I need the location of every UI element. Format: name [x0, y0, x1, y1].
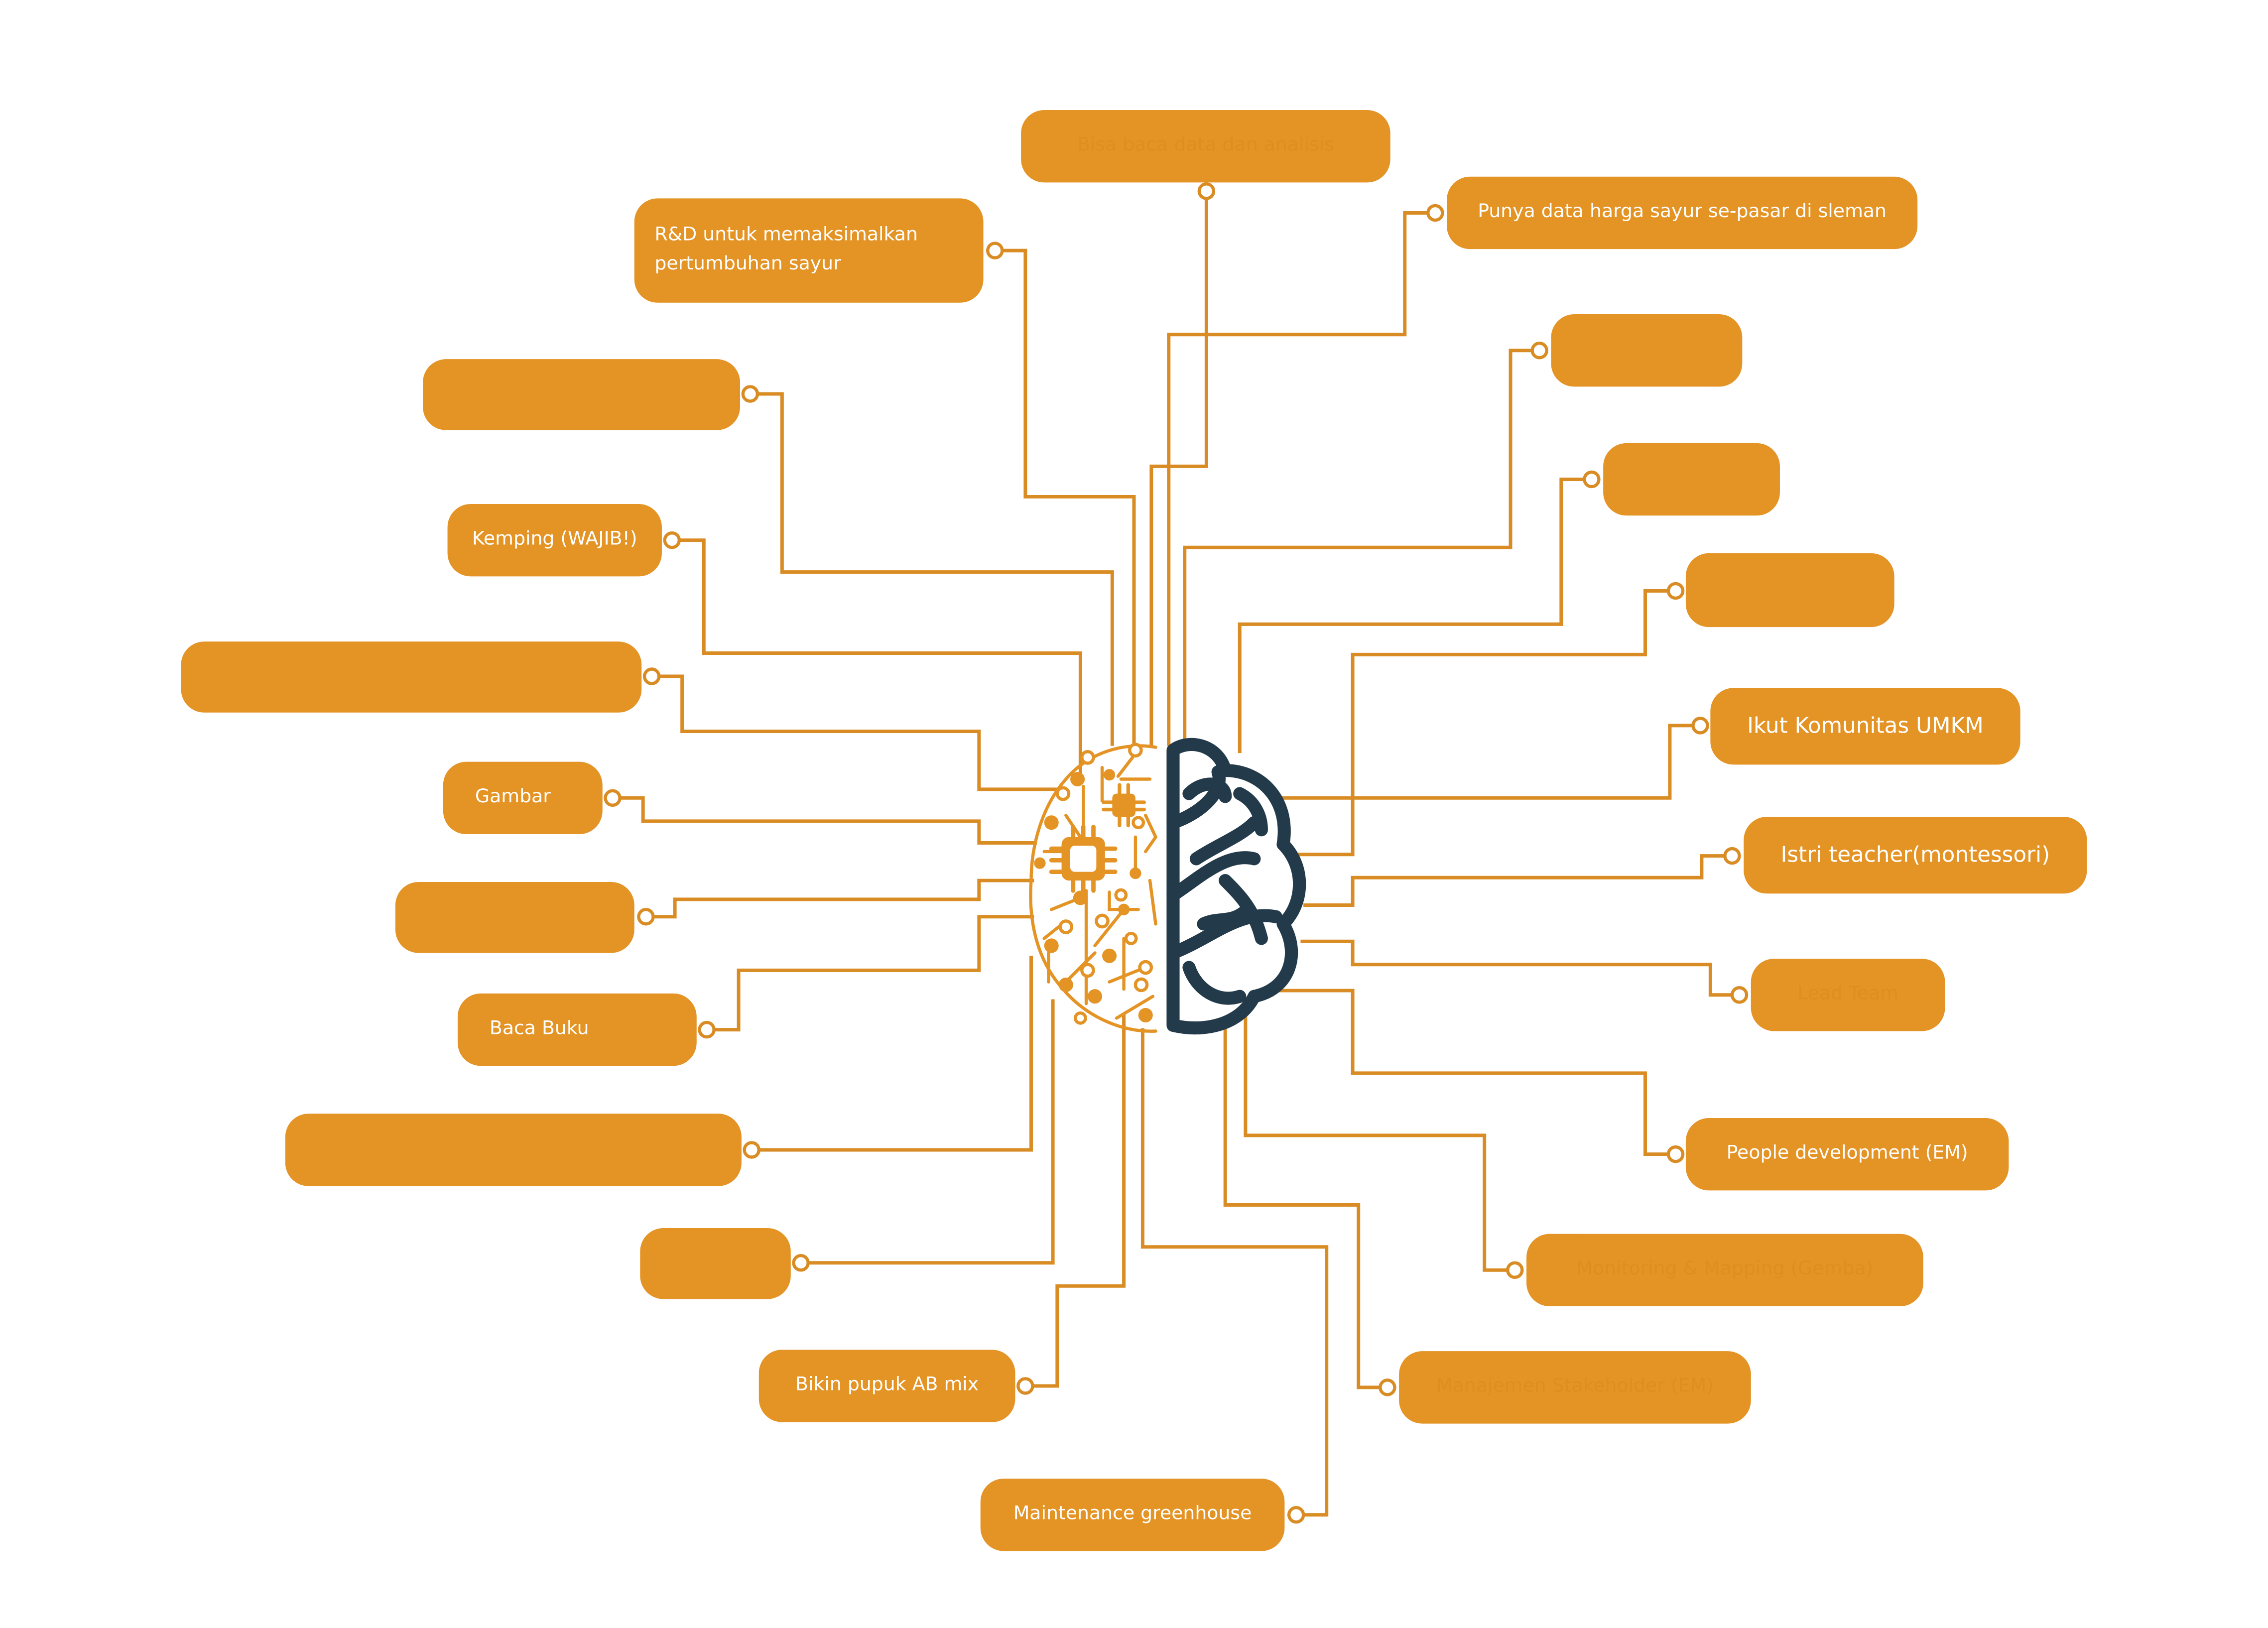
wire-kemping [672, 538, 1082, 782]
wire-harga [1167, 211, 1435, 746]
connector-dot-icon [743, 1141, 760, 1159]
connector-dot-icon [637, 908, 655, 926]
connector-dot-icon [1666, 1145, 1685, 1163]
connector-dot-icon [698, 1020, 716, 1039]
anatomical-half-icon [1166, 738, 1306, 1035]
connector-dot-icon [604, 789, 622, 807]
connector-dot-icon [642, 667, 661, 685]
node-data-analysis[interactable]: Bisa baca data dan analisis [1021, 110, 1390, 183]
brain-circuit-icon [1029, 738, 1306, 1035]
node-istri-teacher[interactable]: Istri teacher(montessori) [1744, 817, 2087, 894]
node-right-1[interactable] [1551, 314, 1743, 387]
node-left-1[interactable] [423, 359, 740, 430]
node-gambar[interactable]: Gambar [443, 761, 603, 835]
wire-baca-buku [707, 915, 1034, 1032]
wire-gemba [1244, 1013, 1515, 1272]
connector-dot-icon [1287, 1506, 1305, 1524]
wire-left-3 [645, 878, 1034, 919]
node-rnd[interactable]: R&D untuk memaksimalkan pertumbuhan sayu… [634, 198, 984, 303]
connector-dot-icon [1583, 470, 1601, 489]
node-kemping[interactable]: Kemping (WAJIB!) [447, 503, 662, 577]
connector-dot-icon [1197, 182, 1216, 200]
mind-map-canvas: Bisa baca data dan analisis R&D untuk me… [0, 0, 2268, 1628]
node-left-4[interactable] [285, 1114, 742, 1186]
wire-lead-team [1300, 939, 1740, 997]
node-baca-buku[interactable]: Baca Buku [457, 993, 697, 1066]
circuit-half-icon [1029, 743, 1158, 1033]
wire-left-5 [801, 999, 1055, 1265]
node-lead-team[interactable]: Lead Team [1751, 959, 1945, 1031]
node-komunitas-umkm[interactable]: Ikut Komunitas UMKM [1710, 688, 2020, 765]
connector-dot-icon [1506, 1261, 1524, 1279]
connector-dot-icon [1379, 1378, 1396, 1396]
wire-left-4 [752, 956, 1033, 1152]
wire-right-3 [1289, 589, 1676, 857]
node-monitoring-gemba[interactable]: Monitoring & Mapping (Gemba) [1526, 1234, 1923, 1307]
connector-dot-icon [1730, 986, 1749, 1004]
connector-dot-icon [1666, 582, 1685, 600]
wire-pupuk [1025, 1013, 1126, 1388]
node-right-3[interactable] [1685, 553, 1894, 627]
wire-right-1 [1183, 349, 1540, 746]
connector-dot-icon [1723, 847, 1741, 865]
wire-umkm [1280, 724, 1700, 800]
node-left-2[interactable] [181, 641, 642, 713]
node-people-development[interactable]: People development (EM) [1685, 1118, 2009, 1191]
wire-right-2 [1238, 478, 1592, 753]
node-harga-sayur[interactable]: Punya data harga sayur se-pasar di slema… [1447, 176, 1918, 250]
wire-greenhouse [1140, 1028, 1329, 1517]
connector-dot-icon [1691, 717, 1709, 735]
connector-dot-icon [792, 1254, 810, 1272]
wire-data-analysis [1149, 191, 1208, 746]
wire-left-2 [651, 674, 1057, 791]
node-left-3[interactable] [395, 881, 634, 953]
connector-dot-icon [986, 242, 1004, 259]
connector-dot-icon [1426, 204, 1444, 222]
wire-stakeholder [1223, 1028, 1387, 1389]
node-stakeholder[interactable]: Manajemen Stakeholder (EM) [1399, 1351, 1751, 1424]
node-maintenance-greenhouse[interactable]: Maintenance greenhouse [980, 1479, 1285, 1551]
node-right-2[interactable] [1603, 443, 1780, 516]
connector-dot-icon [663, 531, 681, 549]
node-pupuk-ab-mix[interactable]: Bikin pupuk AB mix [758, 1350, 1015, 1422]
connector-dot-icon [1016, 1377, 1034, 1395]
connector-dot-icon [1530, 341, 1548, 360]
wire-people [1274, 989, 1676, 1156]
wire-left-1 [750, 392, 1114, 746]
wire-istri [1303, 854, 1732, 907]
node-left-5[interactable] [640, 1228, 791, 1299]
wire-gambar [613, 796, 1037, 845]
connector-dot-icon [741, 385, 759, 403]
